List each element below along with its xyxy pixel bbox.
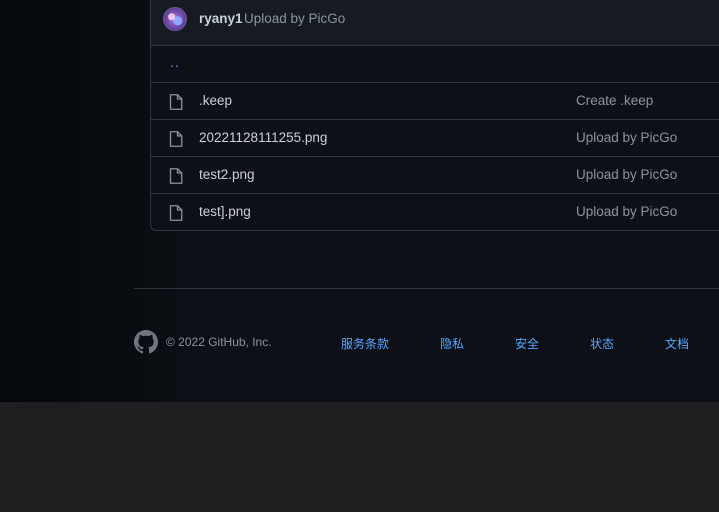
table-row[interactable]: 20221128111255.png Upload by PicGo xyxy=(151,120,719,157)
table-row[interactable]: .keep Create .keep xyxy=(151,83,719,120)
file-commit-message[interactable]: Upload by PicGo xyxy=(576,130,677,145)
file-commit-message[interactable]: Upload by PicGo xyxy=(576,167,677,182)
avatar[interactable] xyxy=(163,7,187,31)
commit-message[interactable]: Upload by PicGo xyxy=(244,11,345,26)
file-name[interactable]: .keep xyxy=(199,93,232,108)
file-icon xyxy=(169,205,183,221)
footer-link-security[interactable]: 安全 xyxy=(515,335,539,352)
file-name[interactable]: test2.png xyxy=(199,167,255,182)
github-logo-icon[interactable] xyxy=(134,330,158,354)
parent-directory-link[interactable]: .. xyxy=(170,54,180,70)
latest-commit-bar: ryany1 Upload by PicGo xyxy=(151,0,719,46)
file-name[interactable]: test].png xyxy=(199,204,251,219)
footer-link-status[interactable]: 状态 xyxy=(590,335,614,352)
file-commit-message[interactable]: Create .keep xyxy=(576,93,653,108)
file-list-box: ryany1 Upload by PicGo .. .keep Create .… xyxy=(150,0,719,231)
footer-link-docs[interactable]: 文档 xyxy=(665,335,689,352)
footer-link-privacy[interactable]: 隐私 xyxy=(440,335,464,352)
parent-directory-row[interactable]: .. xyxy=(151,46,719,83)
table-row[interactable]: test].png Upload by PicGo xyxy=(151,194,719,231)
table-row[interactable]: test2.png Upload by PicGo xyxy=(151,157,719,194)
file-icon xyxy=(169,131,183,147)
footer-copyright: © 2022 GitHub, Inc. xyxy=(166,335,272,349)
file-commit-message[interactable]: Upload by PicGo xyxy=(576,204,677,219)
footer-divider xyxy=(134,288,719,289)
file-name[interactable]: 20221128111255.png xyxy=(199,130,327,145)
file-icon xyxy=(169,168,183,184)
page: ryany1 Upload by PicGo .. .keep Create .… xyxy=(0,0,719,402)
file-icon xyxy=(169,94,183,110)
commit-author[interactable]: ryany1 xyxy=(199,11,243,26)
footer-link-terms[interactable]: 服务条款 xyxy=(341,335,389,352)
